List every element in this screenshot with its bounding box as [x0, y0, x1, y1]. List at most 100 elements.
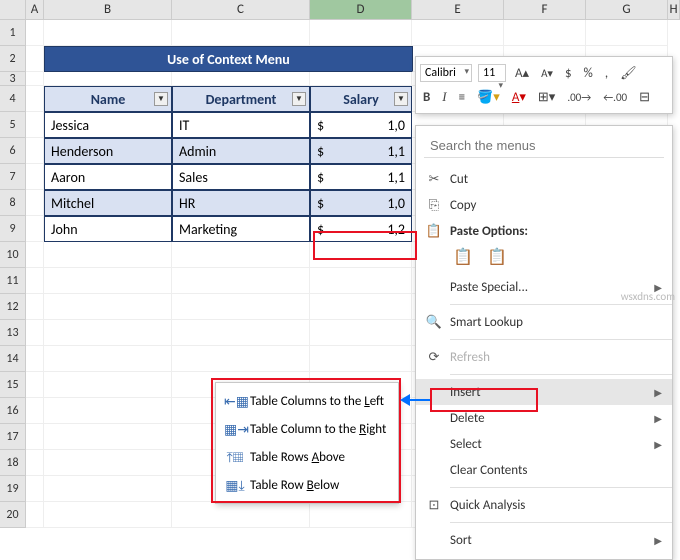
row-7[interactable]: 7 — [0, 164, 26, 190]
cell-salary[interactable]: $1,2 — [310, 216, 412, 242]
row-14[interactable]: 14 — [0, 346, 26, 372]
menu-clear-contents[interactable]: Clear Contents — [416, 457, 672, 483]
title-merged-cell[interactable]: Use of Context Menu — [44, 46, 412, 72]
submenu-cols-left[interactable]: ⇤▦Table Columns to the Left — [216, 387, 398, 415]
border-icon[interactable]: ⊞▾ — [535, 90, 558, 105]
cell-salary[interactable]: $1,1 — [310, 138, 412, 164]
row-10[interactable]: 10 — [0, 242, 26, 268]
menu-cut[interactable]: ✂Cut — [416, 166, 672, 192]
header-name-label: Name — [91, 91, 126, 108]
cell-salary[interactable]: $1,0 — [310, 112, 412, 138]
menu-copy[interactable]: ⎘Copy — [416, 192, 672, 218]
context-menu: ✂Cut ⎘Copy 📋Paste Options: 📋 📋 Paste Spe… — [415, 125, 673, 560]
select-all-corner[interactable] — [0, 0, 26, 19]
accounting-format-icon[interactable]: $ — [562, 66, 575, 81]
row-2[interactable]: 2 — [0, 46, 26, 72]
row-4[interactable]: 4 — [0, 86, 26, 112]
cell-salary[interactable]: $1,0 — [310, 190, 412, 216]
header-salary[interactable]: Salary ▼ — [310, 86, 412, 112]
insert-submenu: ⇤▦Table Columns to the Left ▦⇥Table Colu… — [215, 382, 399, 504]
chevron-right-icon: ▶ — [654, 386, 662, 399]
menu-select[interactable]: Select▶ — [416, 431, 672, 457]
quick-analysis-icon: ⊡ — [424, 498, 444, 513]
cell-name[interactable]: John — [44, 216, 172, 242]
row-3[interactable]: 3 — [0, 72, 26, 86]
col-B[interactable]: B — [44, 0, 172, 19]
cell-dept[interactable]: HR — [172, 190, 310, 216]
submenu-row-below[interactable]: ▦⤓Table Row Below — [216, 471, 398, 499]
cell-dept[interactable]: Sales — [172, 164, 310, 190]
header-dept[interactable]: Department▼ — [172, 86, 310, 112]
row-12[interactable]: 12 — [0, 294, 26, 320]
col-A[interactable]: A — [26, 0, 44, 19]
cell-name[interactable]: Jessica — [44, 112, 172, 138]
row-11[interactable]: 11 — [0, 268, 26, 294]
col-G[interactable]: G — [586, 0, 668, 19]
format-painter-icon[interactable]: 🖌 — [617, 66, 640, 81]
copy-icon: ⎘ — [424, 198, 444, 213]
filter-dropdown-icon[interactable]: ▼ — [394, 92, 408, 106]
scissors-icon: ✂ — [424, 172, 444, 187]
header-name[interactable]: Name ▼ — [44, 86, 172, 112]
submenu-rows-above[interactable]: ⤒▦Table Rows Above — [216, 443, 398, 471]
bold-icon[interactable]: B — [420, 90, 433, 105]
row-17[interactable]: 17 — [0, 424, 26, 450]
decrease-font-icon[interactable]: A▾ — [538, 67, 556, 80]
menu-sort[interactable]: Sort▶ — [416, 527, 672, 553]
submenu-col-right[interactable]: ▦⇥Table Column to the Right — [216, 415, 398, 443]
cell-name[interactable]: Mitchel — [44, 190, 172, 216]
annotation-arrow — [400, 394, 430, 406]
row-9[interactable]: 9 — [0, 216, 26, 242]
row-20[interactable]: 20 — [0, 502, 26, 528]
col-D[interactable]: D — [310, 0, 412, 19]
font-family-select[interactable]: Calibri — [420, 64, 472, 82]
paste-icon[interactable]: 📋 — [450, 244, 476, 270]
row-13[interactable]: 13 — [0, 320, 26, 346]
table-rows-above-icon: ⤒▦ — [224, 449, 246, 466]
font-size-select[interactable]: 11 — [478, 64, 506, 82]
row-15[interactable]: 15 — [0, 372, 26, 398]
chevron-right-icon: ▶ — [654, 412, 662, 425]
cell-name[interactable]: Henderson — [44, 138, 172, 164]
col-H[interactable]: H — [668, 0, 680, 19]
fill-color-icon[interactable]: 🪣▾ — [474, 90, 503, 105]
cell-dept[interactable]: Marketing — [172, 216, 310, 242]
font-color-icon[interactable]: A▾ — [509, 90, 529, 105]
chevron-right-icon: ▶ — [654, 534, 662, 547]
column-headers: A B C D E F G H — [0, 0, 680, 20]
comma-format-icon[interactable]: , — [602, 66, 611, 81]
menu-search-input[interactable] — [424, 134, 664, 158]
increase-font-icon[interactable]: A▴ — [512, 66, 532, 81]
align-icon[interactable]: ≡ — [456, 90, 468, 105]
cell-salary[interactable]: $1,1 — [310, 164, 412, 190]
menu-quick-analysis[interactable]: ⊡Quick Analysis — [416, 492, 672, 518]
cell-name[interactable]: Aaron — [44, 164, 172, 190]
row-5[interactable]: 5 — [0, 112, 26, 138]
paste-values-icon[interactable]: 📋 — [484, 244, 510, 270]
increase-decimal-icon[interactable]: .00→ — [564, 91, 594, 104]
menu-delete[interactable]: Delete▶ — [416, 405, 672, 431]
menu-smart-lookup[interactable]: 🔍Smart Lookup — [416, 309, 672, 335]
header-salary-label: Salary — [343, 91, 379, 108]
filter-dropdown-icon[interactable]: ▼ — [292, 92, 306, 106]
col-F[interactable]: F — [504, 0, 586, 19]
search-icon: 🔍 — [424, 315, 444, 330]
row-16[interactable]: 16 — [0, 398, 26, 424]
merge-icon[interactable]: ⊟ — [636, 90, 653, 105]
row-8[interactable]: 8 — [0, 190, 26, 216]
decrease-decimal-icon[interactable]: ←.00 — [600, 91, 630, 104]
row-1[interactable]: 1 — [0, 20, 26, 46]
filter-dropdown-icon[interactable]: ▼ — [154, 92, 168, 106]
row-6[interactable]: 6 — [0, 138, 26, 164]
cell-dept[interactable]: IT — [172, 112, 310, 138]
table-col-right-icon: ▦⇥ — [224, 421, 246, 438]
percent-format-icon[interactable]: % — [581, 66, 596, 81]
cell-dept[interactable]: Admin — [172, 138, 310, 164]
col-E[interactable]: E — [412, 0, 504, 19]
col-C[interactable]: C — [172, 0, 310, 19]
row-18[interactable]: 18 — [0, 450, 26, 476]
menu-insert[interactable]: Insert▶ — [416, 379, 672, 405]
row-19[interactable]: 19 — [0, 476, 26, 502]
italic-icon[interactable]: I — [439, 89, 449, 105]
watermark: wsxdns.com — [621, 290, 675, 303]
